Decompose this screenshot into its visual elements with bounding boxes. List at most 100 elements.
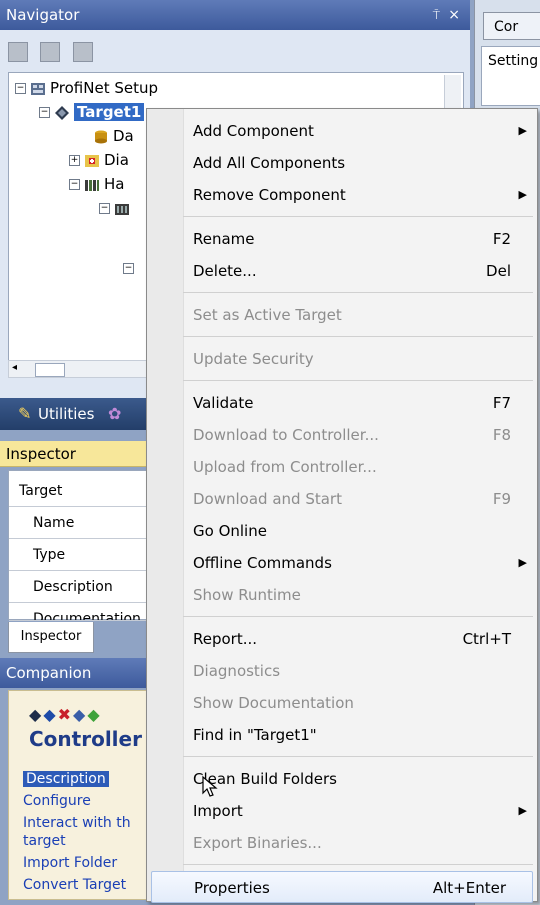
menu-item-properties[interactable]: Properties Alt+Enter bbox=[151, 871, 533, 903]
companion-link-convert-target[interactable]: Convert Target bbox=[23, 877, 126, 893]
inspector-label: Name bbox=[33, 515, 75, 531]
menu-item-set-as-active-target[interactable]: Set as Active Target bbox=[183, 299, 537, 331]
menu-item-offline-commands[interactable]: Offline Commands ▶ bbox=[183, 547, 537, 579]
database-icon bbox=[95, 130, 107, 143]
tree-item-label: Dia bbox=[104, 151, 129, 169]
companion-link-interact-target[interactable]: target bbox=[23, 833, 66, 849]
menu-item-clean-build-folders[interactable]: Clean Build Folders bbox=[183, 763, 537, 795]
menu-item-label: Export Binaries... bbox=[193, 834, 322, 852]
menu-item-rename[interactable]: Rename F2 bbox=[183, 223, 537, 255]
tab-inspector[interactable]: Inspector bbox=[8, 622, 94, 653]
toolbar-grid-icon[interactable] bbox=[8, 42, 28, 62]
menu-separator bbox=[183, 756, 533, 757]
pencil-icon: ✎ bbox=[18, 404, 32, 423]
menu-item-report[interactable]: Report... Ctrl+T bbox=[183, 623, 537, 655]
submenu-arrow-icon: ▶ bbox=[518, 804, 527, 817]
mouse-cursor-icon bbox=[202, 776, 218, 797]
menu-item-shortcut: F8 bbox=[492, 426, 511, 444]
collapse-icon[interactable]: − bbox=[69, 179, 80, 190]
tab-configuration[interactable]: Cor bbox=[483, 12, 540, 40]
menu-item-shortcut: Alt+Enter bbox=[432, 879, 506, 897]
hardware-icon bbox=[85, 179, 99, 191]
menu-item-label: Add All Components bbox=[193, 154, 346, 172]
tree-item-label: ProfiNet Setup bbox=[50, 79, 159, 97]
collapse-icon[interactable]: − bbox=[39, 107, 50, 118]
toolbar-device-icon[interactable] bbox=[72, 42, 93, 62]
collapse-icon[interactable]: − bbox=[15, 83, 26, 94]
settings-area: Setting bbox=[481, 46, 540, 106]
menu-item-label: Diagnostics bbox=[193, 662, 281, 680]
menu-icon-gutter bbox=[147, 109, 184, 901]
tree-item-target1[interactable]: − Target1 bbox=[39, 101, 145, 123]
menu-item-diagnostics[interactable]: Diagnostics bbox=[183, 655, 537, 687]
menu-item-add-all-components[interactable]: Add All Components bbox=[183, 147, 537, 179]
menu-item-import[interactable]: Import ▶ bbox=[183, 795, 537, 827]
collapse-icon[interactable]: − bbox=[99, 203, 110, 214]
menu-item-add-component[interactable]: Add Component ▶ bbox=[183, 115, 537, 147]
rack-icon bbox=[115, 203, 129, 215]
menu-item-go-online[interactable]: Go Online bbox=[183, 515, 537, 547]
close-icon[interactable]: × bbox=[448, 0, 460, 30]
menu-item-label: Update Security bbox=[193, 350, 314, 368]
menu-item-label: Download and Start bbox=[193, 490, 342, 508]
menu-item-download-to-controller[interactable]: Download to Controller... F8 bbox=[183, 419, 537, 451]
menu-item-label: Validate bbox=[193, 394, 254, 412]
submenu-arrow-icon: ▶ bbox=[518, 556, 527, 569]
menu-item-label: Import bbox=[193, 802, 243, 820]
scrollbar-thumb[interactable] bbox=[35, 363, 65, 377]
menu-item-upload-from-controller[interactable]: Upload from Controller... bbox=[183, 451, 537, 483]
menu-separator bbox=[183, 336, 533, 337]
companion-heading: Controller T bbox=[29, 727, 163, 751]
menu-item-label: Report... bbox=[193, 630, 258, 648]
menu-item-shortcut: Del bbox=[486, 262, 511, 280]
toolbar-network-icon[interactable] bbox=[40, 42, 61, 62]
menu-separator bbox=[183, 292, 533, 293]
menu-item-label: Properties bbox=[194, 879, 270, 897]
scroll-left-icon[interactable]: ◂ bbox=[12, 362, 17, 373]
submenu-arrow-icon: ▶ bbox=[518, 124, 527, 137]
collapse-icon[interactable]: − bbox=[123, 263, 134, 274]
menu-item-remove-component[interactable]: Remove Component ▶ bbox=[183, 179, 537, 211]
tree-item-hardware[interactable]: − Ha bbox=[69, 173, 124, 195]
navigator-toolbar bbox=[8, 42, 101, 66]
menu-separator bbox=[183, 616, 533, 617]
menu-item-shortcut: F7 bbox=[492, 394, 511, 412]
menu-item-export-binaries[interactable]: Export Binaries... bbox=[183, 827, 537, 859]
diagnostics-icon bbox=[85, 154, 99, 167]
menu-item-show-documentation[interactable]: Show Documentation bbox=[183, 687, 537, 719]
companion-link-import-folder[interactable]: Import Folder bbox=[23, 855, 117, 871]
tree-item-rack[interactable]: − bbox=[99, 197, 134, 219]
menu-separator bbox=[183, 380, 533, 381]
utilities-tools-icon: ✿ bbox=[108, 404, 122, 423]
menu-item-label: Go Online bbox=[193, 522, 267, 540]
utilities-label: Utilities bbox=[38, 405, 95, 423]
companion-link-description[interactable]: Description bbox=[23, 771, 109, 787]
tree-item-data[interactable]: Da bbox=[93, 125, 134, 147]
companion-link-configure[interactable]: Configure bbox=[23, 793, 91, 809]
menu-item-download-and-start[interactable]: Download and Start F9 bbox=[183, 483, 537, 515]
companion-link-interact[interactable]: Interact with th bbox=[23, 815, 131, 831]
inspector-label: Documentation bbox=[33, 611, 141, 621]
expand-icon[interactable]: + bbox=[69, 155, 80, 166]
menu-item-label: Upload from Controller... bbox=[193, 458, 377, 476]
menu-item-label: Remove Component bbox=[193, 186, 346, 204]
menu-item-validate[interactable]: Validate F7 bbox=[183, 387, 537, 419]
menu-item-find-in-target1[interactable]: Find in "Target1" bbox=[183, 719, 537, 751]
tree-item-module[interactable]: − bbox=[123, 257, 138, 279]
pin-icon[interactable]: ⍑ bbox=[433, 0, 440, 30]
menu-separator bbox=[183, 864, 533, 865]
menu-item-show-runtime[interactable]: Show Runtime bbox=[183, 579, 537, 611]
menu-item-label: Add Component bbox=[193, 122, 314, 140]
menu-item-update-security[interactable]: Update Security bbox=[183, 343, 537, 375]
menu-item-delete[interactable]: Delete... Del bbox=[183, 255, 537, 287]
menu-item-shortcut: F2 bbox=[492, 230, 511, 248]
tree-item-profinet-setup[interactable]: − ProfiNet Setup bbox=[15, 77, 158, 99]
menu-item-label: Find in "Target1" bbox=[193, 726, 317, 744]
tree-item-diagnostics[interactable]: + Dia bbox=[69, 149, 129, 171]
tree-item-label: Target1 bbox=[74, 103, 145, 121]
menu-item-label: Show Runtime bbox=[193, 586, 301, 604]
menu-item-label: Download to Controller... bbox=[193, 426, 379, 444]
inspector-label: Type bbox=[33, 547, 66, 563]
tree-item-label: Da bbox=[113, 127, 134, 145]
menu-item-shortcut: F9 bbox=[492, 490, 511, 508]
